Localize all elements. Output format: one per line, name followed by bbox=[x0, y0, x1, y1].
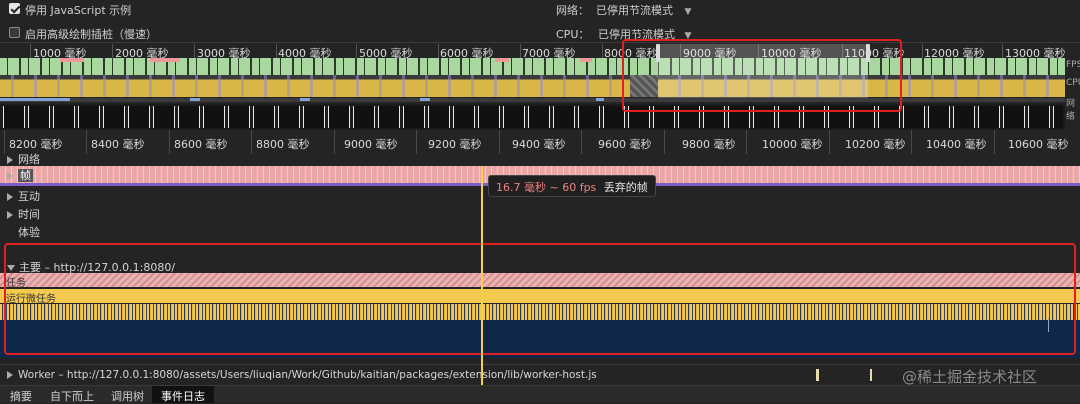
ruler-gridline bbox=[86, 130, 87, 154]
disable-js-samples-label: 停用 JavaScript 示例 bbox=[25, 4, 132, 17]
tooltip-text: 丢弃的帧 bbox=[603, 181, 648, 194]
screenshot-thumbnails[interactable] bbox=[3, 106, 1063, 128]
advanced-paint-label: 启用高级绘制插桩（慢速） bbox=[25, 28, 157, 41]
advanced-paint-checkbox[interactable] bbox=[9, 27, 20, 38]
cpu-lane-label: CPU bbox=[1066, 78, 1080, 88]
ruler-tick: 8800 毫秒 bbox=[256, 138, 310, 151]
disable-js-samples-checkbox[interactable] bbox=[9, 3, 20, 14]
fps-drop-marker bbox=[60, 58, 84, 62]
ruler-gridline bbox=[499, 130, 500, 154]
track-interactions[interactable]: 互动 bbox=[7, 188, 40, 204]
network-request bbox=[596, 98, 604, 101]
track-frames[interactable]: 帧 bbox=[7, 167, 33, 183]
ruler-gridline bbox=[416, 130, 417, 154]
ruler-tick: 9000 毫秒 bbox=[344, 138, 398, 151]
track-interactions-label: 互动 bbox=[18, 190, 40, 203]
network-throttle-label: 网络： bbox=[556, 4, 589, 17]
divider bbox=[0, 364, 1080, 365]
overview-gridline bbox=[438, 44, 439, 58]
watermark: @稀土掘金技术社区 bbox=[902, 368, 1038, 386]
overview-gridline bbox=[356, 44, 357, 58]
cpu-throttle-label: CPU： bbox=[556, 28, 590, 41]
track-timings-label: 时间 bbox=[18, 208, 40, 221]
ruler-tick: 10600 毫秒 bbox=[1008, 138, 1069, 151]
ruler-gridline bbox=[4, 130, 5, 154]
expand-triangle-icon bbox=[7, 156, 13, 164]
ruler-tick: 10000 毫秒 bbox=[762, 138, 823, 151]
tab-summary[interactable]: 摘要 bbox=[1, 386, 41, 403]
ruler-gridline bbox=[581, 130, 582, 154]
fps-drop-marker bbox=[580, 58, 592, 62]
ruler-gridline bbox=[829, 130, 830, 154]
overview-gridline bbox=[602, 44, 603, 58]
expand-triangle-icon bbox=[7, 371, 13, 379]
chevron-down-icon: ▼ bbox=[684, 7, 692, 17]
overview-gridline bbox=[30, 44, 31, 58]
frame-tooltip: 16.7 毫秒 ~ 60 fps 丢弃的帧 bbox=[488, 175, 656, 197]
ruler-tick: 9600 毫秒 bbox=[598, 138, 652, 151]
track-worker-label: Worker – http://127.0.0.1:8080/assets/Us… bbox=[18, 369, 597, 381]
track-experience-label: 体验 bbox=[18, 226, 40, 239]
highlight-box bbox=[622, 39, 902, 112]
overview-gridline bbox=[1002, 44, 1003, 58]
network-request bbox=[190, 98, 200, 101]
expand-triangle-icon bbox=[7, 211, 13, 219]
track-network-label: 网络 bbox=[18, 153, 40, 166]
cpu-activity bbox=[0, 75, 1065, 97]
track-frames-label: 帧 bbox=[18, 169, 33, 182]
network-request bbox=[300, 98, 310, 101]
overview-gridline bbox=[112, 44, 113, 58]
highlight-box bbox=[4, 243, 1076, 355]
network-lane bbox=[0, 98, 1065, 102]
ruler-tick: 9200 毫秒 bbox=[428, 138, 482, 151]
tooltip-time: 16.7 毫秒 ~ 60 fps bbox=[496, 181, 597, 194]
ruler-tick: 9400 毫秒 bbox=[512, 138, 566, 151]
track-experience[interactable]: 体验 bbox=[18, 224, 40, 240]
worker-event[interactable] bbox=[870, 369, 872, 381]
tab-event-log[interactable]: 事件日志 bbox=[152, 386, 214, 403]
divider bbox=[0, 42, 1080, 43]
fps-drop-marker bbox=[495, 58, 509, 62]
network-request bbox=[0, 98, 70, 101]
track-worker[interactable]: Worker – http://127.0.0.1:8080/assets/Us… bbox=[7, 369, 597, 381]
ruler-tick: 9800 毫秒 bbox=[682, 138, 736, 151]
ruler-gridline bbox=[911, 130, 912, 154]
ruler-gridline bbox=[994, 130, 995, 154]
expand-triangle-icon bbox=[7, 193, 13, 201]
ruler-tick: 8600 毫秒 bbox=[174, 138, 228, 151]
ruler-tick: 8400 毫秒 bbox=[91, 138, 145, 151]
ruler-tick: 8200 毫秒 bbox=[9, 138, 63, 151]
overview-gridline bbox=[194, 44, 195, 58]
ruler-gridline bbox=[334, 130, 335, 154]
expand-triangle-icon bbox=[7, 172, 13, 180]
ruler-tick: 10200 毫秒 bbox=[845, 138, 906, 151]
network-throttle-value: 已停用节流模式 bbox=[596, 4, 673, 17]
ruler-gridline bbox=[746, 130, 747, 154]
overview-gridline bbox=[520, 44, 521, 58]
ruler-gridline bbox=[664, 130, 665, 154]
ruler-tick: 10400 毫秒 bbox=[926, 138, 987, 151]
track-timings[interactable]: 时间 bbox=[7, 206, 40, 222]
network-request bbox=[420, 98, 430, 101]
network-lane-label: 网络 bbox=[1066, 99, 1076, 122]
overview-gridline bbox=[276, 44, 277, 58]
overview-gridline bbox=[922, 44, 923, 58]
track-network[interactable]: 网络 bbox=[7, 151, 40, 167]
tab-bottom-up[interactable]: 自下而上 bbox=[41, 386, 103, 403]
tab-call-tree[interactable]: 调用树 bbox=[102, 386, 153, 403]
worker-event[interactable] bbox=[816, 369, 819, 381]
time-cursor bbox=[481, 166, 483, 386]
fps-lane-label: FPS bbox=[1066, 60, 1080, 70]
ruler-gridline bbox=[169, 130, 170, 154]
ruler-gridline bbox=[251, 130, 252, 154]
network-throttle-select[interactable]: 已停用节流模式 ▼ bbox=[596, 2, 691, 18]
fps-drop-marker bbox=[150, 58, 180, 62]
